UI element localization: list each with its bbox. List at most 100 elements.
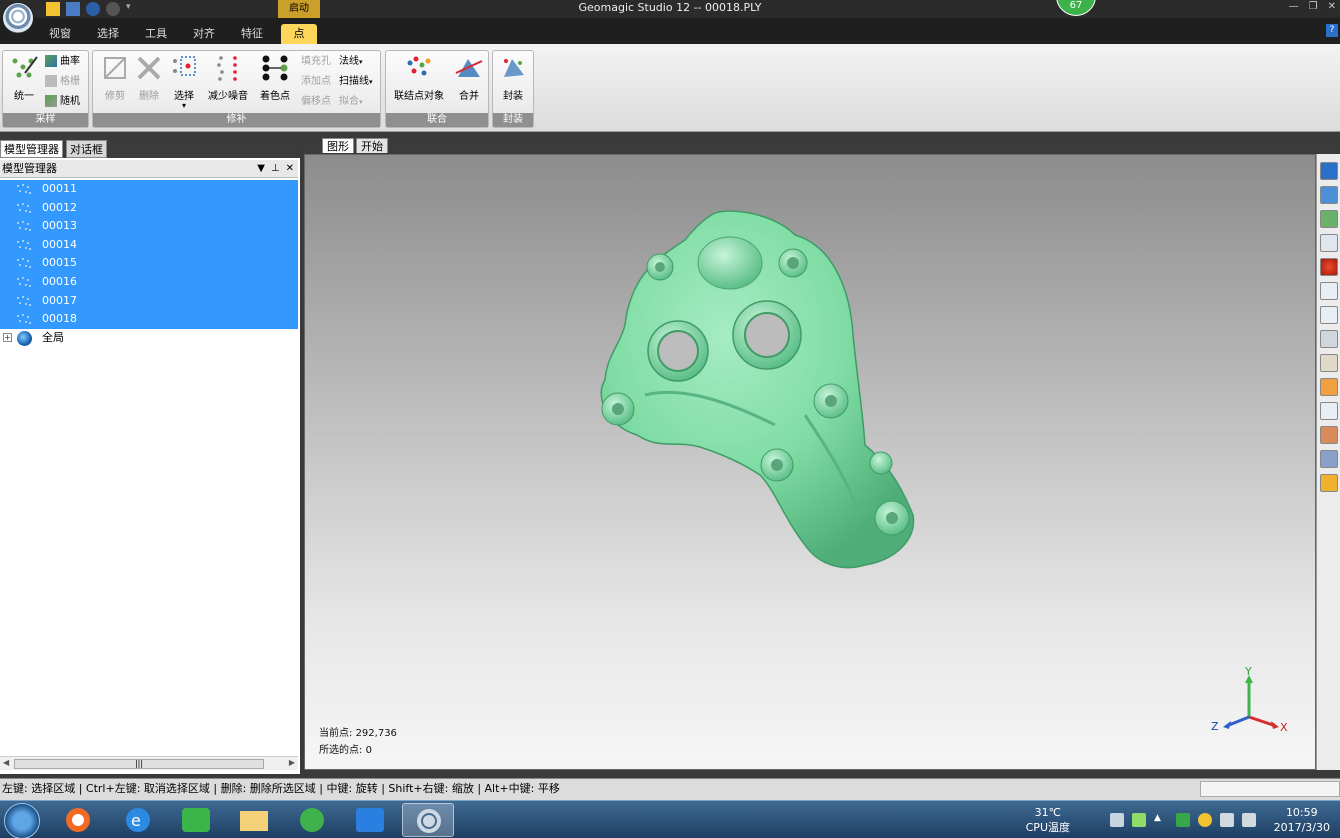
color-picker-icon[interactable] — [1320, 474, 1338, 492]
tree-item-00014[interactable]: 00014 — [0, 235, 298, 255]
show-hidden-icons-icon[interactable]: ▲ — [1154, 813, 1168, 827]
panel-close-icon[interactable]: ✕ — [286, 160, 294, 178]
taskbar-wps-icon[interactable] — [344, 803, 396, 837]
view-orientation-icon[interactable] — [1320, 186, 1338, 204]
graphics-viewport[interactable]: 当前点: 292,736 所选的点: 0 Y X Z — [304, 154, 1316, 770]
camera-icon[interactable] — [1320, 210, 1338, 228]
cpu-temperature[interactable]: 31℃ CPU温度 — [1026, 805, 1070, 835]
ribbon: 统一 曲率 格栅 随机 采样 修剪 删除 选择 ▾ 减少噪音 着色点 填充孔 添 — [0, 44, 1340, 132]
tab-features[interactable]: 特征 — [232, 24, 272, 44]
taskbar-app-green-icon[interactable] — [286, 803, 338, 837]
combine-point-objects-button[interactable]: 联结点对象 — [390, 53, 448, 102]
color-points-label: 着色点 — [260, 91, 290, 102]
merge-button[interactable]: 合并 — [452, 53, 486, 102]
axis-label-y: Y — [1244, 667, 1252, 678]
tree-item-00017[interactable]: 00017 — [0, 291, 298, 311]
pin-icon[interactable]: ⊥ — [271, 160, 280, 178]
taskbar-explorer-icon[interactable] — [228, 803, 280, 837]
taskbar-browser-icon[interactable]: e — [112, 803, 164, 837]
volume-icon[interactable] — [1220, 813, 1234, 827]
offset-points-button[interactable]: 偏移点 — [301, 94, 331, 110]
group-union: 联结点对象 合并 联合 — [385, 50, 489, 128]
tree-item-00013[interactable]: 00013 — [0, 217, 298, 236]
network-icon[interactable] — [1242, 813, 1256, 827]
group-label-wrap: 封装 — [493, 113, 533, 127]
minimize-icon[interactable]: — — [1289, 1, 1299, 12]
add-points-button[interactable]: 添加点 — [301, 74, 331, 90]
tab-points[interactable]: 点 — [281, 24, 317, 44]
maximize-icon[interactable]: ❐ — [1309, 1, 1318, 12]
curvature-button[interactable]: 曲率 — [45, 54, 80, 70]
fill-holes-button[interactable]: 填充孔 — [301, 54, 331, 70]
taskbar-geomagic-icon[interactable] — [402, 803, 454, 837]
scroll-left-icon[interactable]: ◀ — [3, 758, 9, 767]
horizontal-scrollbar[interactable]: ◀ ||| ▶ — [0, 756, 298, 770]
tab-graphics[interactable]: 图形 — [322, 138, 354, 153]
color-points-button[interactable]: 着色点 — [255, 53, 295, 102]
tab-select[interactable]: 选择 — [88, 24, 128, 44]
status-progress-area — [1200, 781, 1340, 797]
expand-icon[interactable]: + — [3, 332, 12, 342]
lasso-select-icon[interactable] — [1320, 306, 1338, 324]
scrollbar-thumb[interactable]: ||| — [14, 759, 264, 769]
curvature-label: 曲率 — [60, 56, 80, 67]
taskbar-app-1[interactable] — [52, 803, 104, 837]
cursor-select-icon[interactable] — [1320, 402, 1338, 420]
rectangle-select-icon[interactable] — [1320, 282, 1338, 300]
add-icon[interactable] — [1198, 813, 1212, 827]
tab-view[interactable]: 视窗 — [40, 24, 80, 44]
render-sphere-icon[interactable] — [1320, 258, 1338, 276]
grid-button[interactable]: 格栅 — [45, 74, 80, 90]
uniform-button[interactable]: 统一 — [7, 53, 41, 102]
tree-item-00011[interactable]: 00011 — [0, 180, 298, 199]
window-title: Geomagic Studio 12 -- 00018.PLY — [578, 1, 762, 14]
tab-dialog[interactable]: 对话框 — [66, 140, 107, 158]
select-button[interactable]: 选择 ▾ — [167, 53, 201, 110]
taskbar-video-app-icon[interactable] — [170, 803, 222, 837]
keyboard-icon[interactable] — [1110, 813, 1124, 827]
tree-item-00012[interactable]: 00012 — [0, 198, 298, 218]
group-label-union: 联合 — [386, 113, 488, 127]
tab-tools[interactable]: 工具 — [136, 24, 176, 44]
tab-model-manager[interactable]: 模型管理器 — [0, 140, 63, 158]
delete-button[interactable]: 删除 — [133, 53, 165, 102]
ribbon-tab-bar: 视窗 选择 工具 对齐 特征 点 ? — [0, 18, 1340, 44]
scroll-right-icon[interactable]: ▶ — [289, 758, 295, 767]
fill-holes-label: 填充孔 — [301, 56, 331, 67]
trim-button[interactable]: 修剪 — [97, 53, 133, 102]
scanned-part[interactable] — [600, 210, 915, 569]
tree-item-global[interactable]: + 全局 — [0, 329, 298, 348]
tree-item-00018[interactable]: 00018 — [0, 310, 298, 329]
zoom-icon[interactable] — [1320, 234, 1338, 252]
security-shield-icon[interactable] — [1176, 813, 1190, 827]
select-dropdown-arrow-icon[interactable]: ▾ — [167, 102, 201, 110]
random-button[interactable]: 随机 — [45, 94, 80, 110]
view-cube-icon[interactable] — [1320, 162, 1338, 180]
tree-item-label: 00018 — [42, 312, 77, 326]
layer-icon[interactable] — [1320, 450, 1338, 468]
wrap-button[interactable]: 封装 — [496, 53, 530, 102]
help-icon[interactable]: ? — [1326, 24, 1338, 37]
battery-icon[interactable] — [1132, 813, 1146, 827]
axis-triad: Y X Z — [1211, 667, 1288, 734]
application-menu-button[interactable] — [2, 2, 34, 34]
line-select-icon[interactable] — [1320, 330, 1338, 348]
tree-item-00015[interactable]: 00015 — [0, 254, 298, 273]
paint-select-icon[interactable] — [1320, 378, 1338, 396]
normals-button[interactable]: 法线▾ — [339, 54, 363, 70]
model-render — [600, 210, 915, 569]
reduce-noise-button[interactable]: 减少噪音 — [205, 53, 251, 102]
tab-start[interactable]: 开始 — [356, 138, 388, 153]
clock[interactable]: 10:59 2017/3/30 — [1274, 805, 1330, 835]
close-icon[interactable]: ✕ — [1328, 1, 1336, 12]
tab-align[interactable]: 对齐 — [184, 24, 224, 44]
reduce-noise-label: 减少噪音 — [208, 91, 248, 102]
tree-item-00016[interactable]: 00016 — [0, 272, 298, 292]
start-button[interactable] — [4, 803, 40, 838]
brush-select-icon[interactable] — [1320, 354, 1338, 372]
panel-dropdown-icon[interactable]: ▼ — [257, 160, 265, 178]
scan-lines-button[interactable]: 扫描线▾ — [339, 74, 373, 90]
grid-icon — [45, 75, 57, 87]
filter-select-icon[interactable] — [1320, 426, 1338, 444]
fit-button[interactable]: 拟合▾ — [339, 94, 363, 110]
